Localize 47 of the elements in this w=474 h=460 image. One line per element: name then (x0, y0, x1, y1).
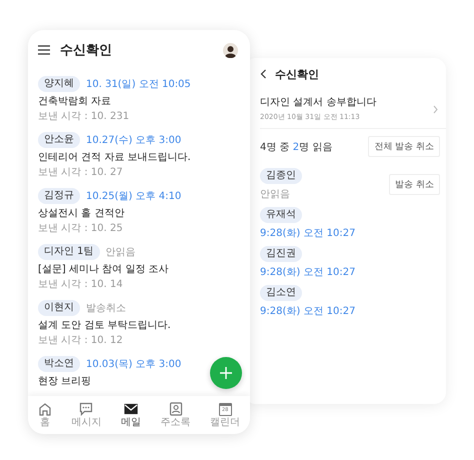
status-text: 발송취소 (86, 302, 126, 315)
read-time: 9:28(화) 오전 10:27 (260, 305, 356, 318)
cancel-button[interactable]: 발송 취소 (389, 174, 440, 195)
sender-tag: 양지혜 (38, 76, 80, 92)
menu-icon[interactable] (38, 45, 50, 55)
sent-time: 보낸 시각 : 10. 231 (38, 110, 130, 123)
message-subject[interactable]: 건축박람회 자료 (38, 95, 112, 109)
sent-time: 보낸 시각 : 10. 14 (38, 278, 124, 291)
sender-tag: 김정규 (38, 188, 80, 204)
sender-tag: 안소윤 (38, 132, 80, 148)
nav-tab[interactable]: 메일 (120, 402, 141, 428)
chat-icon (79, 402, 94, 416)
sent-time: 보낸 시각 : 10. 27 (38, 166, 124, 179)
status-text: 안읽음 (260, 188, 290, 201)
mail-icon (124, 402, 138, 416)
sender-tag: 디자인 1팀 (38, 244, 100, 260)
read-time: 9:28(화) 오전 10:27 (260, 227, 356, 240)
contacts-icon (168, 402, 183, 416)
read-summary: 4명 중 2명 읽음 (260, 140, 332, 154)
home-icon (38, 402, 52, 416)
message-subject[interactable]: 인테리어 견적 자료 보내드립니다. (38, 151, 191, 165)
recipient-tag: 김소연 (260, 285, 302, 301)
avatar-icon[interactable] (223, 42, 238, 58)
message-subject[interactable]: 현장 브리핑 (38, 375, 92, 389)
received-time: 10. 31(일) 오전 10:05 (86, 78, 191, 91)
sent-time: 보낸 시각 : 10. 12 (38, 334, 124, 347)
screen-title: 수신확인 (60, 42, 113, 59)
sender-tag: 이현지 (38, 300, 80, 316)
sent-time: 보낸 시각 : 10. 25 (38, 222, 124, 235)
screen-title: 수신확인 (275, 66, 319, 82)
recipient-tag: 김진권 (260, 246, 302, 262)
add-button[interactable] (210, 357, 242, 389)
received-time: 10.03(목) 오후 3:00 (86, 358, 182, 371)
received-time: 10.27(수) 오후 3:00 (86, 134, 182, 147)
back-icon[interactable] (260, 69, 267, 79)
sender-tag: 박소연 (38, 356, 80, 372)
message-subject: 디자인 설계서 송부합니다 (260, 96, 376, 110)
read-time: 9:28(화) 오전 10:27 (260, 266, 356, 279)
recipient-tag: 김종인 (260, 168, 302, 184)
status-text: 안읽음 (106, 246, 136, 259)
cancel-all-button[interactable]: 전체 발송 취소 (368, 136, 440, 157)
recipient-tag: 유재석 (260, 207, 302, 223)
message-subject[interactable]: 상설전시 홀 견적안 (38, 207, 124, 221)
plus-icon (220, 367, 232, 379)
message-subject[interactable]: [설문] 세미나 참여 일정 조사 (38, 263, 169, 277)
message-subject[interactable]: 설계 도안 검토 부탁드립니다. (38, 319, 171, 333)
received-time: 10.25(월) 오후 4:10 (86, 190, 182, 203)
